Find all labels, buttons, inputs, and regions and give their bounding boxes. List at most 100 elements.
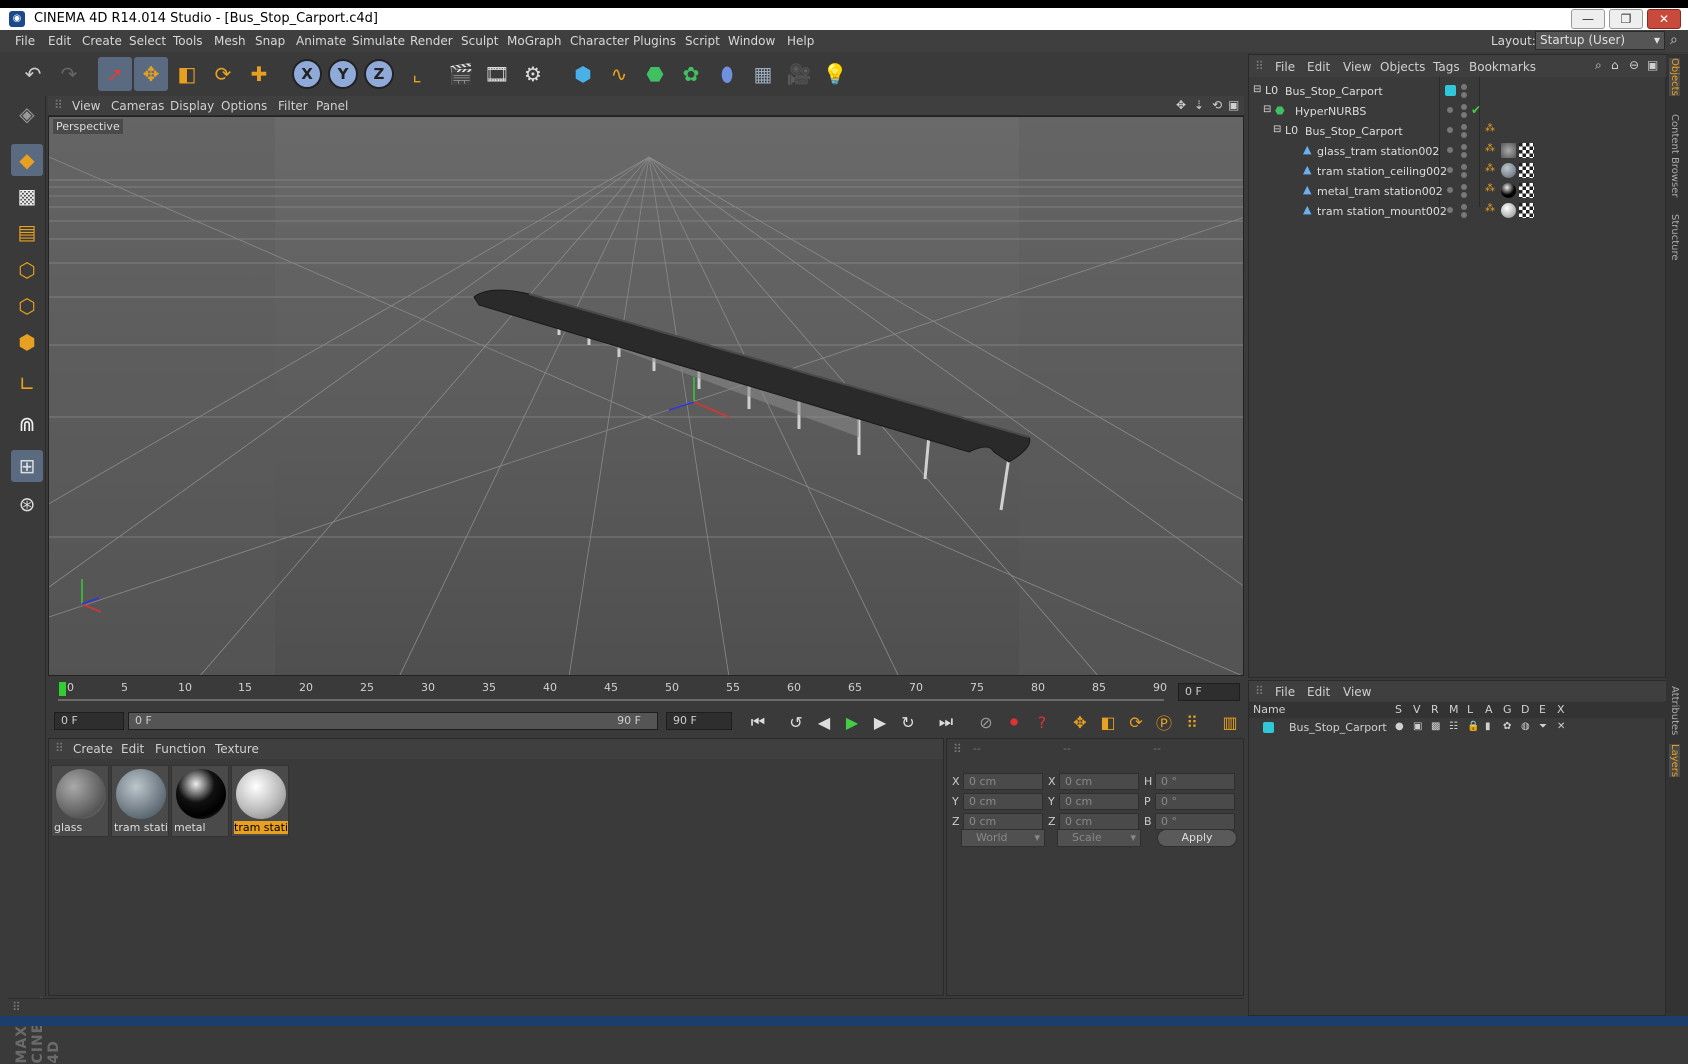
layer-dot[interactable] xyxy=(1447,167,1453,173)
material-tag-icon[interactable] xyxy=(1501,183,1516,198)
uvw-tag-icon[interactable] xyxy=(1519,203,1534,218)
model-mode-icon[interactable]: ◆ xyxy=(11,144,43,176)
menu-help[interactable]: Help xyxy=(787,34,814,48)
column-render[interactable]: R xyxy=(1431,703,1439,716)
cube-icon[interactable]: ⬢ xyxy=(566,57,600,91)
visibility-render-dot[interactable] xyxy=(1461,192,1467,198)
object-menu-objects[interactable]: Objects xyxy=(1380,60,1425,74)
transform-icon[interactable]: ✚ xyxy=(242,57,276,91)
nurbs-icon[interactable]: ⬣ xyxy=(638,57,672,91)
render-icon[interactable]: ▩ xyxy=(1431,721,1440,732)
menu-mesh[interactable]: Mesh xyxy=(214,34,246,48)
material-menu-edit[interactable]: Edit xyxy=(121,742,144,756)
light-icon[interactable]: 💡 xyxy=(818,57,852,91)
layout-dropdown[interactable]: Startup (User) ▾ xyxy=(1535,31,1665,50)
object-menu-view[interactable]: View xyxy=(1343,60,1371,74)
render-view-icon[interactable]: 🎬 xyxy=(444,57,478,91)
phong-tag-icon[interactable]: ⁂ xyxy=(1485,163,1495,174)
column-locked[interactable]: L xyxy=(1467,703,1473,716)
record-position-icon[interactable]: ✥ xyxy=(1068,711,1092,733)
column-deformers[interactable]: D xyxy=(1521,703,1529,716)
viewport-menu-view[interactable]: View xyxy=(72,99,100,113)
goto-start-icon[interactable]: ⏮ xyxy=(746,711,770,733)
record-pla-icon[interactable]: ⠿ xyxy=(1180,711,1204,733)
next-frame-icon[interactable]: ▶ xyxy=(868,711,892,733)
maximize-view-icon[interactable]: ▣ xyxy=(1228,98,1239,112)
close-button[interactable]: ✕ xyxy=(1647,9,1681,29)
deformer-icon[interactable]: ◍ xyxy=(1521,721,1530,732)
tab-structure[interactable]: Structure xyxy=(1669,214,1680,261)
material-menu-function[interactable]: Function xyxy=(155,742,206,756)
spline-icon[interactable]: ∿ xyxy=(602,57,636,91)
material-tag-icon[interactable] xyxy=(1501,203,1516,218)
column-view[interactable]: V xyxy=(1413,703,1421,716)
home-icon[interactable]: ⌂ xyxy=(1611,58,1619,72)
undo-icon[interactable]: ↶ xyxy=(16,57,50,91)
visibility-render-dot[interactable] xyxy=(1461,92,1467,98)
layer-dot[interactable] xyxy=(1447,127,1453,133)
current-frame-field[interactable]: 0 F xyxy=(1178,683,1240,701)
perspective-viewport[interactable]: Perspective xyxy=(48,116,1244,676)
deformer-icon[interactable]: ⬮ xyxy=(710,57,744,91)
zoom-icon[interactable]: ⇣ xyxy=(1194,98,1204,112)
scale-icon[interactable]: ◧ xyxy=(170,57,204,91)
phong-tag-icon[interactable]: ⁂ xyxy=(1485,143,1495,154)
timeline-ruler[interactable]: 0 5 10 15 20 25 30 35 40 45 50 55 60 65 … xyxy=(48,678,1244,706)
edges-mode-icon[interactable]: ⬡ xyxy=(11,290,43,322)
phong-tag-icon[interactable]: ⁂ xyxy=(1485,203,1495,214)
layer-color-swatch[interactable] xyxy=(1445,85,1456,96)
rotation-h-field[interactable]: 0 ° xyxy=(1155,773,1235,790)
magnet-icon[interactable]: ⋒ xyxy=(11,408,43,440)
visibility-editor-dot[interactable] xyxy=(1461,104,1467,110)
solo-icon[interactable]: ● xyxy=(1395,721,1404,732)
column-xref[interactable]: X xyxy=(1557,703,1565,716)
enabled-check-icon[interactable]: ✔ xyxy=(1471,103,1481,117)
collapse-icon[interactable]: ⊖ xyxy=(1629,58,1639,72)
viewport-menu-filter[interactable]: Filter xyxy=(278,99,308,113)
start-frame-field[interactable]: 0 F xyxy=(54,712,124,730)
menu-window[interactable]: Window xyxy=(728,34,775,48)
move-icon[interactable]: ✥ xyxy=(134,57,168,91)
apply-button[interactable]: Apply xyxy=(1157,829,1237,847)
menu-character[interactable]: Character xyxy=(570,34,629,48)
uvw-tag-icon[interactable] xyxy=(1519,183,1534,198)
object-menu-edit[interactable]: Edit xyxy=(1307,60,1330,74)
object-row-hypernurbs[interactable]: ⊟ ⬣ HyperNURBS ✔ xyxy=(1249,101,1665,121)
position-y-field[interactable]: 0 cm xyxy=(963,793,1043,810)
floor-icon[interactable]: ▦ xyxy=(746,57,780,91)
object-menu-tags[interactable]: Tags xyxy=(1433,60,1460,74)
animation-icon[interactable]: ▮ xyxy=(1485,721,1491,732)
material-menu-create[interactable]: Create xyxy=(73,742,113,756)
material-swatch-tram-station-ceiling[interactable]: tram statio xyxy=(111,765,169,837)
tab-content-browser[interactable]: Content Browser xyxy=(1669,114,1680,197)
search-icon[interactable]: ⌕ xyxy=(1595,58,1602,73)
material-menu-texture[interactable]: Texture xyxy=(215,742,259,756)
collapse-icon[interactable]: ⊟ xyxy=(1263,104,1271,115)
layer-row[interactable]: Bus_Stop_Carport ● ▣ ▩ ☷ 🔒 ▮ ✿ ◍ ⏷ ✕ xyxy=(1249,719,1665,737)
workplane-lock-icon[interactable]: ⊞ xyxy=(11,450,43,482)
record-parameter-icon[interactable]: Ⓟ xyxy=(1152,711,1176,733)
coordinate-system-icon[interactable]: ⌞ xyxy=(400,57,434,91)
object-row-ceiling[interactable]: ▲ tram station_ceiling002 ⁂ xyxy=(1249,161,1665,181)
object-row-metal[interactable]: ▲ metal_tram station002 ⁂ xyxy=(1249,181,1665,201)
material-swatch-metal[interactable]: metal xyxy=(171,765,229,837)
object-row-mount[interactable]: ▲ tram station_mount002 ⁂ xyxy=(1249,201,1665,221)
new-window-icon[interactable]: ▣ xyxy=(1647,58,1658,72)
manager-icon[interactable]: ☷ xyxy=(1449,721,1458,732)
points-mode-icon[interactable]: ⬡ xyxy=(11,254,43,286)
collapse-icon[interactable]: ⊟ xyxy=(1273,124,1281,135)
restore-button[interactable]: ❐ xyxy=(1609,9,1643,29)
phong-tag-icon[interactable]: ⁂ xyxy=(1485,123,1495,134)
visibility-editor-dot[interactable] xyxy=(1461,184,1467,190)
array-icon[interactable]: ✿ xyxy=(674,57,708,91)
column-name[interactable]: Name xyxy=(1253,703,1285,716)
column-manager[interactable]: M xyxy=(1449,703,1459,716)
layer-dot[interactable] xyxy=(1447,107,1453,113)
prev-frame-icon[interactable]: ◀ xyxy=(812,711,836,733)
menu-simulate[interactable]: Simulate xyxy=(352,34,405,48)
camera-icon[interactable]: 🎥 xyxy=(782,57,816,91)
column-generators[interactable]: G xyxy=(1503,703,1512,716)
tab-objects[interactable]: Objects xyxy=(1669,58,1680,96)
menu-create[interactable]: Create xyxy=(82,34,122,48)
rotate-icon[interactable]: ⟳ xyxy=(206,57,240,91)
